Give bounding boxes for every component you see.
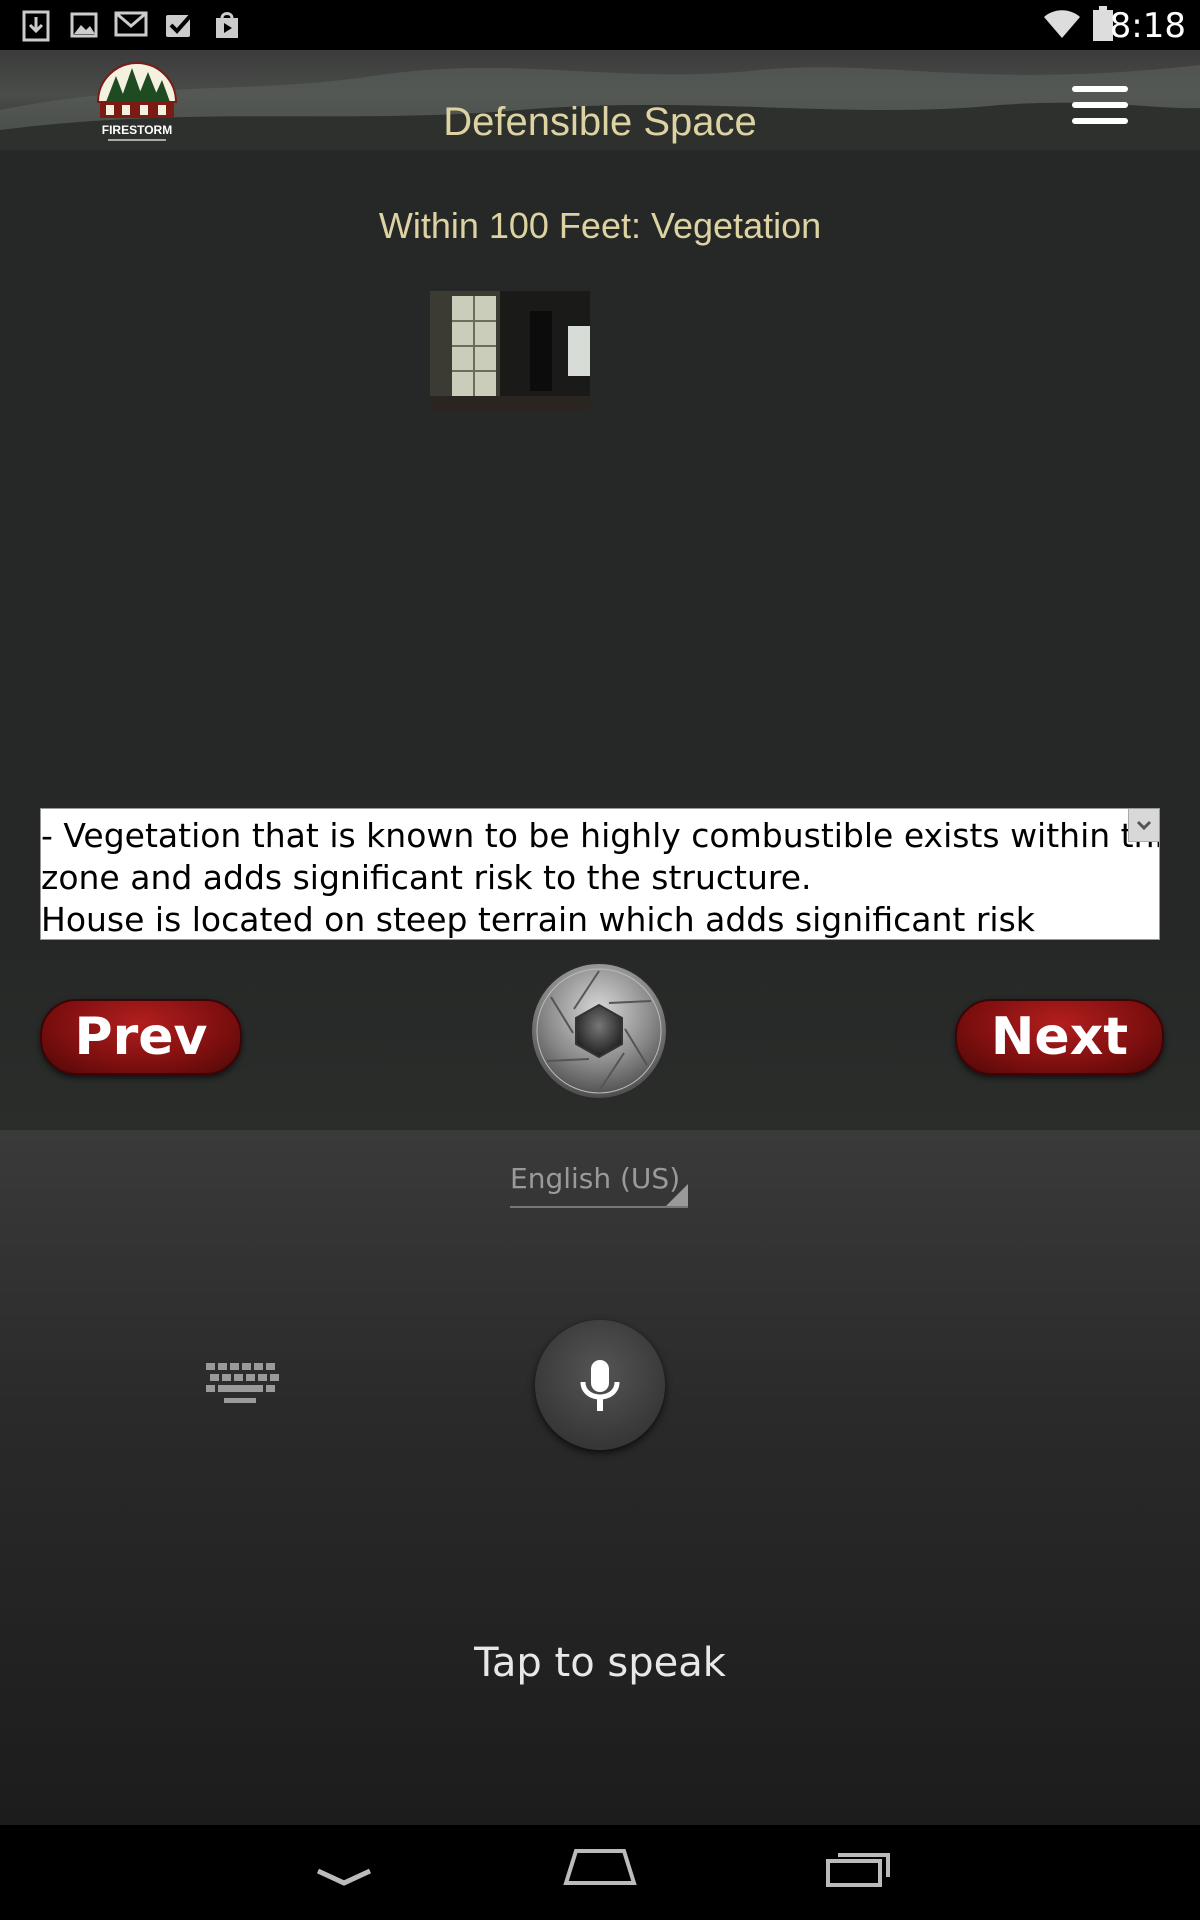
- page-title: Defensible Space: [443, 100, 757, 144]
- main-content: Within 100 Feet: Vegetation - Vegetation…: [0, 150, 1200, 1280]
- photo-thumbnail[interactable]: [430, 291, 590, 411]
- section-title: Within 100 Feet: Vegetation: [378, 205, 822, 246]
- microphone-icon: [580, 1360, 620, 1411]
- camera-shutter-icon: [530, 962, 668, 1100]
- scroll-down-button[interactable]: [1128, 809, 1159, 842]
- tap-to-speak-label: Tap to speak: [474, 1640, 726, 1686]
- play-store-icon: [216, 12, 238, 38]
- hamburger-icon: [1072, 86, 1128, 92]
- voice-input-panel: English (US) Tap to speak: [0, 1130, 1200, 1825]
- checkbox-icon: [166, 12, 194, 37]
- room-photo-image: [430, 291, 590, 411]
- chevron-down-icon: [1136, 820, 1152, 831]
- status-time: 8:18: [1109, 6, 1186, 46]
- app-header: FIRESTORM Defensible Space: [0, 50, 1200, 150]
- back-chevron-down-icon[interactable]: [314, 1865, 374, 1889]
- gmail-icon: [114, 11, 148, 37]
- keyboard-icon: [206, 1363, 279, 1403]
- language-select[interactable]: English (US): [510, 1162, 688, 1208]
- prev-button[interactable]: Prev: [40, 999, 242, 1075]
- home-icon[interactable]: [562, 1847, 638, 1889]
- notes-line-3: House is located on steep terrain which …: [41, 900, 1035, 939]
- notes-textarea[interactable]: - Vegetation that is known to be highly …: [40, 808, 1160, 940]
- recent-apps-icon[interactable]: [824, 1849, 892, 1889]
- next-button[interactable]: Next: [955, 999, 1164, 1075]
- camera-button[interactable]: [529, 961, 669, 1101]
- download-icon: [22, 10, 50, 42]
- notes-line-2: zone and adds significant risk to the st…: [41, 858, 812, 897]
- language-label: English (US): [510, 1162, 681, 1195]
- menu-button[interactable]: [1072, 86, 1128, 128]
- notes-line-1: - Vegetation that is known to be highly …: [41, 816, 1160, 855]
- system-nav-bar: [0, 1825, 1200, 1920]
- keyboard-button[interactable]: [206, 1363, 282, 1407]
- dropdown-corner-icon: [666, 1184, 688, 1206]
- status-bar: 8:18: [0, 0, 1200, 50]
- mic-button[interactable]: [535, 1320, 665, 1450]
- image-icon: [70, 12, 98, 38]
- wifi-icon: [1044, 10, 1080, 38]
